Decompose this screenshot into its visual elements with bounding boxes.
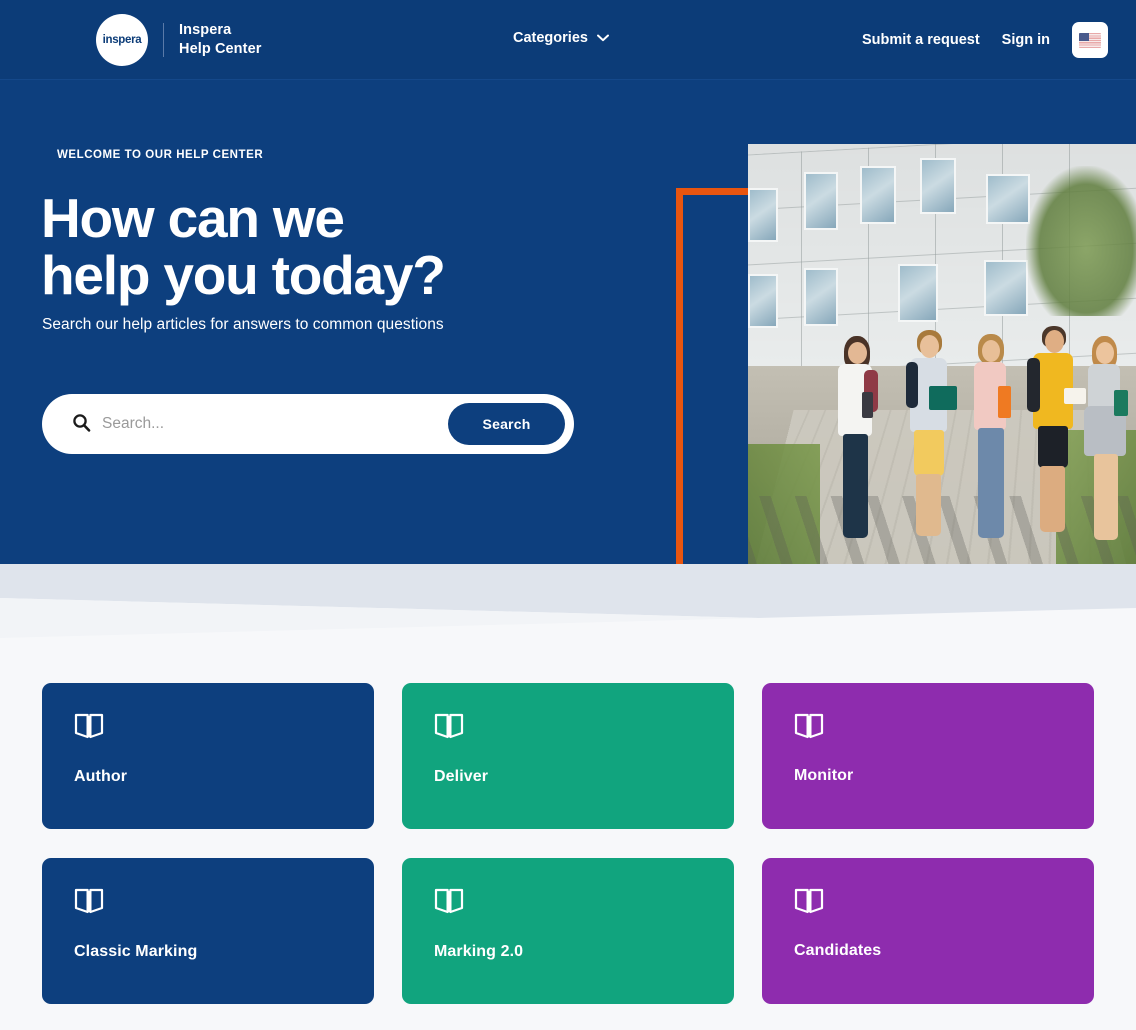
book-icon: [794, 888, 824, 914]
search-bar: Search: [42, 394, 574, 454]
flag-canton: [1079, 32, 1089, 41]
hero-image: [748, 144, 1136, 570]
book-icon: [434, 713, 464, 739]
photo-window: [748, 274, 778, 328]
photo-person: [966, 334, 1018, 570]
hero-section: WELCOME TO OUR HELP CENTER How can we he…: [0, 80, 1136, 570]
photo-person: [828, 336, 884, 570]
category-card-monitor[interactable]: Monitor: [762, 683, 1094, 829]
category-card-deliver[interactable]: Deliver: [402, 683, 734, 829]
sign-in-link[interactable]: Sign in: [1002, 32, 1050, 48]
category-card-author[interactable]: Author: [42, 683, 374, 829]
hero-title-line-2: help you today?: [41, 243, 446, 306]
category-card-label: Candidates: [794, 942, 882, 959]
photo-window: [898, 264, 938, 322]
photo-window: [804, 268, 838, 326]
help-center-page: inspera Inspera Help Center Categories S…: [0, 0, 1136, 1030]
category-card-label: Monitor: [794, 767, 854, 784]
photo-window: [984, 260, 1028, 316]
brand-logo-link[interactable]: inspera Inspera Help Center: [96, 14, 261, 66]
header-actions: Submit a request Sign in: [862, 22, 1108, 58]
search-input[interactable]: [102, 394, 484, 454]
book-icon: [74, 713, 104, 739]
book-icon: [794, 713, 824, 739]
search-button[interactable]: Search: [448, 403, 565, 445]
photo-window: [860, 166, 896, 224]
category-card-candidates[interactable]: Candidates: [762, 858, 1094, 1004]
page-title: How can we help you today?: [41, 190, 661, 303]
brand-line-1: Inspera: [179, 21, 232, 38]
category-card-grid: Author Deliver Monitor Classic Marking M…: [42, 683, 1098, 1004]
category-card-label: Author: [74, 768, 128, 785]
language-selector-button[interactable]: [1072, 22, 1108, 58]
us-flag-icon: [1079, 32, 1101, 48]
category-card-label: Marking 2.0: [434, 943, 524, 960]
nav-categories-dropdown[interactable]: Categories: [513, 30, 609, 46]
photo-window: [804, 172, 838, 230]
inspera-logo-icon: inspera: [96, 14, 148, 66]
category-card-label: Classic Marking: [74, 943, 198, 960]
site-header: inspera Inspera Help Center Categories S…: [0, 0, 1136, 80]
category-card-label: Deliver: [434, 768, 489, 785]
section-divider-wedge: [0, 564, 1136, 674]
photo-window: [986, 174, 1030, 224]
search-icon: [73, 414, 91, 432]
photo-trees: [1026, 166, 1136, 316]
category-card-classic-marking[interactable]: Classic Marking: [42, 858, 374, 1004]
brand-divider: [163, 23, 164, 57]
brand-line-2: Help Center: [179, 41, 262, 57]
brand-title: Inspera Help Center: [179, 21, 261, 59]
chevron-down-icon: [596, 34, 609, 42]
submit-request-link[interactable]: Submit a request: [862, 32, 980, 48]
photo-person: [903, 330, 961, 570]
category-card-marking-2-0[interactable]: Marking 2.0: [402, 858, 734, 1004]
hero-title-line-1: How can we: [41, 187, 345, 249]
photo-window: [920, 158, 956, 214]
photo-person: [1080, 336, 1132, 570]
photo-person: [1026, 326, 1086, 570]
book-icon: [434, 888, 464, 914]
logo-wordmark: inspera: [102, 34, 142, 46]
nav-categories-label: Categories: [513, 30, 588, 46]
hero-eyebrow: WELCOME TO OUR HELP CENTER: [57, 149, 264, 161]
photo-window: [748, 188, 778, 242]
hero-subtitle: Search our help articles for answers to …: [42, 316, 444, 333]
book-icon: [74, 888, 104, 914]
